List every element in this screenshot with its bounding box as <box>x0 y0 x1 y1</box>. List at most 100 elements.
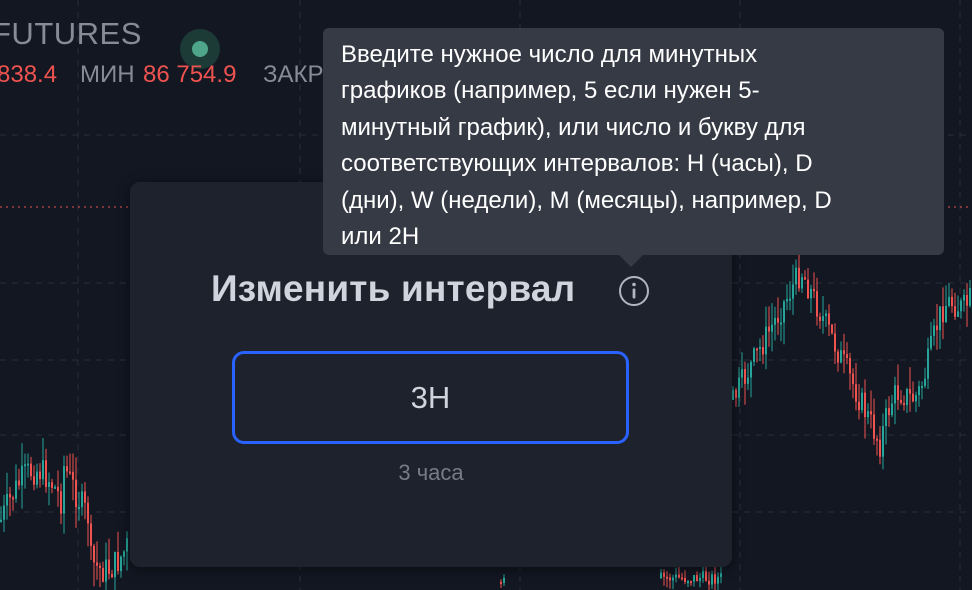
candle-body <box>765 326 767 355</box>
candle-body <box>45 460 47 488</box>
candle-body <box>840 350 842 363</box>
candle-body <box>849 358 851 374</box>
candle-body <box>87 502 89 524</box>
candle-body <box>933 325 935 336</box>
candle-body <box>780 322 782 325</box>
candle-body <box>720 573 722 577</box>
candle-body <box>48 482 50 488</box>
candle-body <box>804 277 806 280</box>
candle-body <box>747 377 749 384</box>
tooltip-line: минутный график), или число и букву для <box>341 113 806 141</box>
candle-body <box>60 491 62 514</box>
candle-body <box>825 313 827 317</box>
candle-body <box>114 552 116 578</box>
candle-body <box>111 573 113 578</box>
symbol-title[interactable]: FUTURES <box>0 16 142 52</box>
candle-body <box>831 324 833 334</box>
candle-body <box>705 571 707 581</box>
candle-body <box>702 571 704 578</box>
candle-body <box>756 348 758 351</box>
candle-body <box>660 572 662 578</box>
close-label: ЗАКР <box>263 61 324 88</box>
candle-body <box>909 389 911 394</box>
candle-body <box>717 576 719 584</box>
candle-body <box>27 463 29 466</box>
candle-body <box>879 439 881 457</box>
candle-body <box>690 581 692 584</box>
candle-body <box>792 284 794 299</box>
candle-body <box>927 348 929 379</box>
candle-body <box>954 306 956 317</box>
candle-body <box>30 463 32 477</box>
candle-body <box>915 395 917 402</box>
candle-body <box>503 577 505 583</box>
candle-body <box>105 559 107 582</box>
candle-body <box>696 574 698 582</box>
candle-body <box>912 393 914 402</box>
candle-body <box>108 559 110 574</box>
candle-body <box>828 313 830 325</box>
info-icon[interactable] <box>618 275 650 307</box>
candle-body <box>783 301 785 323</box>
candle-body <box>900 399 902 403</box>
candle-body <box>789 298 791 301</box>
tooltip-line: графиков (например, 5 если нужен 5- <box>341 77 760 105</box>
candle-body <box>117 552 119 572</box>
candle-body <box>801 277 803 289</box>
candle-body <box>795 267 797 285</box>
candle-body <box>885 408 887 426</box>
candle-body <box>834 333 836 352</box>
candle-body <box>888 408 890 416</box>
candle-body <box>9 493 11 498</box>
candle-body <box>774 317 776 325</box>
candle-body <box>861 392 863 411</box>
market-open-indicator <box>192 41 208 57</box>
candle-body <box>36 471 38 485</box>
candle-body <box>96 562 98 566</box>
candle-body <box>759 347 761 350</box>
candle-body <box>669 577 671 581</box>
candle-body <box>666 576 668 579</box>
candle-body <box>684 577 686 582</box>
candle-body <box>84 491 86 503</box>
candle-body <box>867 411 869 418</box>
candle-body <box>81 491 83 508</box>
candle-body <box>3 505 5 520</box>
interval-help-tooltip: Введите нужное число для минутных график… <box>323 28 944 255</box>
candle-body <box>738 377 740 398</box>
candle-body <box>735 389 737 398</box>
candle-body <box>732 389 734 400</box>
candle-body <box>6 493 8 506</box>
candle-body <box>21 465 23 486</box>
candle-body <box>930 335 932 349</box>
candle-body <box>51 482 53 488</box>
candle-body <box>810 288 812 299</box>
candle-body <box>54 486 56 489</box>
candle-body <box>951 296 953 307</box>
candle-body <box>873 414 875 439</box>
candle-body <box>15 480 17 499</box>
candle-body <box>948 296 950 306</box>
candle-body <box>42 460 44 480</box>
candle-body <box>852 373 854 385</box>
candle-body <box>78 507 80 510</box>
interval-input[interactable] <box>232 351 629 444</box>
candle-body <box>843 350 845 355</box>
high-value: 838.4 <box>0 61 58 88</box>
candle-body <box>33 476 35 485</box>
candle-body <box>945 305 947 323</box>
candle-body <box>876 438 878 441</box>
candle-body <box>966 294 968 306</box>
candle-body <box>897 385 899 400</box>
tooltip-line: или 2H <box>341 223 420 251</box>
dialog-title: Изменить интервал <box>211 268 576 309</box>
candle-body <box>500 582 502 584</box>
candle-body <box>957 311 959 317</box>
candle-body <box>864 392 866 418</box>
candle-body <box>66 466 68 472</box>
candle-body <box>675 574 677 578</box>
candle-body <box>942 306 944 323</box>
candle-body <box>819 316 821 322</box>
candle-body <box>12 497 14 500</box>
tooltip-line: (дни), W (недели), M (месяцы), например,… <box>341 186 832 214</box>
